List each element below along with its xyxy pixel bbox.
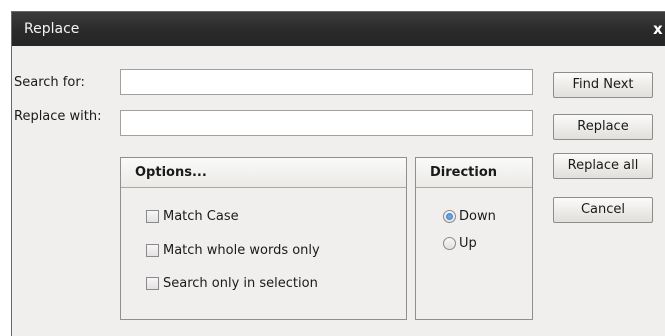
down-label: Down — [459, 209, 496, 224]
match-case-checkbox[interactable] — [146, 210, 159, 223]
match-whole-words-label: Match whole words only — [163, 243, 320, 258]
search-in-selection-checkbox[interactable] — [146, 277, 159, 290]
replace-input[interactable] — [120, 110, 533, 136]
search-input[interactable] — [120, 69, 533, 95]
options-header: Options... — [121, 158, 406, 188]
title-bar[interactable]: Replace x — [12, 12, 665, 46]
cancel-button[interactable]: Cancel — [553, 197, 653, 223]
direction-group: Direction Down Up — [415, 157, 533, 320]
find-next-button[interactable]: Find Next — [553, 72, 653, 98]
up-label: Up — [459, 236, 477, 251]
replace-button[interactable]: Replace — [553, 114, 653, 140]
search-in-selection-option[interactable]: Search only in selection — [146, 276, 318, 291]
direction-up-option[interactable]: Up — [443, 236, 477, 251]
search-for-label: Search for: — [14, 75, 85, 90]
window-title: Replace — [24, 21, 80, 37]
replace-dialog: Replace x Search for: Replace with: Find… — [11, 11, 665, 336]
match-case-label: Match Case — [163, 209, 239, 224]
down-radio[interactable] — [443, 210, 456, 223]
options-group: Options... Match Case Match whole words … — [120, 157, 407, 320]
direction-down-option[interactable]: Down — [443, 209, 496, 224]
match-whole-words-option[interactable]: Match whole words only — [146, 243, 320, 258]
close-icon[interactable]: x — [653, 20, 665, 38]
match-case-option[interactable]: Match Case — [146, 209, 239, 224]
replace-with-label: Replace with: — [14, 109, 102, 124]
up-radio[interactable] — [443, 237, 456, 250]
match-whole-words-checkbox[interactable] — [146, 244, 159, 257]
replace-all-button[interactable]: Replace all — [553, 153, 653, 179]
search-in-selection-label: Search only in selection — [163, 276, 318, 291]
direction-header: Direction — [416, 158, 532, 188]
